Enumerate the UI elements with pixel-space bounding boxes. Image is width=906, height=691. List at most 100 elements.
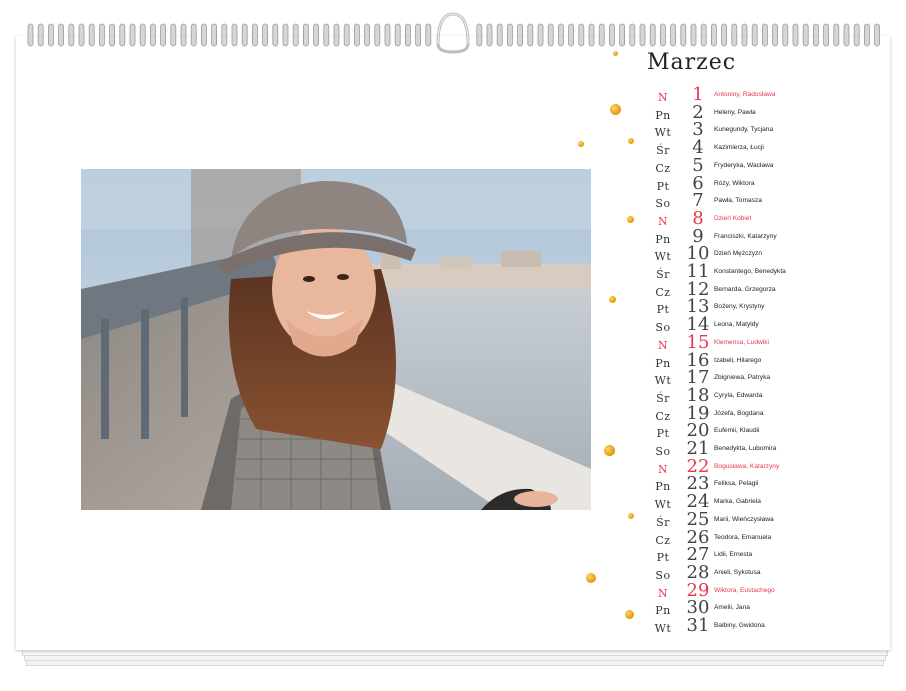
day-of-week: So [655,445,671,458]
day-of-week: Pn [655,232,671,246]
wire-coil [496,23,503,47]
wire-coil [211,23,218,47]
name-day-text: Klemensa, Ludwiki [714,338,769,346]
wire-coil [792,23,799,47]
gold-dot [627,216,634,223]
gold-dot [586,573,596,583]
name-day-text: Bożeny, Krystyny [714,303,765,311]
name-day-text: Zbigniewa, Patryka [714,374,771,382]
wire-coil [874,23,880,47]
wire-coil [170,23,177,47]
day-of-week: Pn [655,356,671,370]
day-row: Pt 27 Lidii, Ernesta [640,544,890,566]
name-day-text: Benedykta, Lubomira [714,445,777,452]
day-of-week: Pn [655,108,671,122]
wire-coil [139,23,146,47]
wire-coil [486,23,493,47]
wire-coil [353,23,360,47]
name-day-text: Wiktora, Eustachego [714,586,775,594]
gold-dot [628,138,634,144]
name-day-text: Balbiny, Gwidona [714,622,765,629]
wire-coil [802,23,809,47]
wire-coil [537,23,544,47]
calendar-photo [81,169,591,510]
wire-coil [598,23,605,47]
wire-coil [721,23,727,47]
wire-coil [568,23,574,47]
day-of-week: Pn [655,604,671,618]
month-title: Marzec [647,50,737,75]
wire-coil [37,23,44,47]
day-row: Pn 9 Franciszki, Katarzyny [640,226,890,248]
wire-coil [68,23,75,47]
name-day-text: Heleny, Pawła [714,108,756,116]
day-of-week: Wt [654,498,672,512]
day-row: Wt 10 Dzień Mężczyzn [640,243,890,265]
day-row: Cz 19 Józefa, Bogdana [640,403,890,425]
day-of-week: So [655,568,671,582]
day-row: Śr 11 Konstantego, Benedykta [640,261,890,283]
day-of-week: N [657,91,669,104]
day-of-week: Cz [655,285,671,299]
wire-coil [823,23,829,47]
name-day-text: Fryderyka, Wacława [714,161,774,169]
wire-coil [813,23,819,47]
day-of-week: Śr [656,391,670,405]
name-day-text: Bernarda, Grzegorza [714,285,776,293]
wire-coil [394,23,401,47]
wire-coil [547,23,554,47]
day-row: Cz 26 Teodora, Emanuela [640,527,890,549]
day-of-week: Wt [654,250,672,264]
name-day-text: Eufemii, Klaudii [714,427,760,435]
wire-coil [221,23,228,47]
wire-coil [343,23,350,47]
wire-coil [415,23,422,47]
wire-coil [47,23,54,47]
name-day-text: Antoniny, Radosława [714,91,776,98]
day-of-week: N [657,214,669,228]
day-row: Wt 3 Kunegundy, Tycjana [640,119,890,141]
wire-coil [558,23,564,47]
day-of-week: N [657,338,669,352]
gold-dot [628,513,634,519]
day-of-week: Pt [656,427,670,441]
wire-coil [619,23,625,47]
day-of-week: Cz [655,409,671,423]
day-of-week: Wt [654,126,672,140]
day-row: So 21 Benedykta, Lubomira [640,438,890,460]
wire-coil [639,23,646,47]
wire-coil [241,23,248,47]
day-row: Wt 24 Marka, Gabriela [640,491,890,513]
day-row: Cz 12 Bernarda, Grzegorza [640,279,890,301]
name-day-text: Kunegundy, Tycjana [714,126,774,134]
day-row: N 8 Dzień Kobiet [640,208,890,230]
wire-coil [833,23,840,47]
day-row: Wt 17 Zbigniewa, Patryka [640,367,890,389]
name-day-text: Anieli, Sykstusa [714,568,761,576]
wire-coil [660,23,666,47]
day-of-week: Pn [655,480,671,494]
wire-coil [864,23,870,47]
day-of-week: Pt [656,551,670,565]
wire-coil [109,23,115,47]
page-stack-edge [26,661,884,666]
day-row: So 14 Leona, Matyldy [640,314,890,336]
day-row: N 15 Klemensa, Ludwiki [640,332,890,354]
name-day-text: Kazimierza, Łucji [714,144,764,152]
wire-coil [129,23,136,47]
day-row: N 29 Wiktora, Eustachego [640,580,890,602]
wire-coil [333,23,340,47]
day-of-week: Śr [656,144,670,158]
gold-dot [610,104,621,115]
day-row: Pn 23 Feliksa, Pelagii [640,473,890,495]
wire-coil [711,23,717,47]
day-of-week: Śr [656,515,670,529]
wire-coil [190,23,197,47]
wire-coil [302,23,309,47]
day-row: Śr 4 Kazimierza, Łucji [640,137,890,159]
day-row: Pt 20 Eufemii, Klaudii [640,420,890,442]
wire-coil [323,23,330,47]
wire-coil [119,23,126,47]
wire-coil [690,23,697,47]
day-row: Pt 13 Bożeny, Krystyny [640,296,890,318]
